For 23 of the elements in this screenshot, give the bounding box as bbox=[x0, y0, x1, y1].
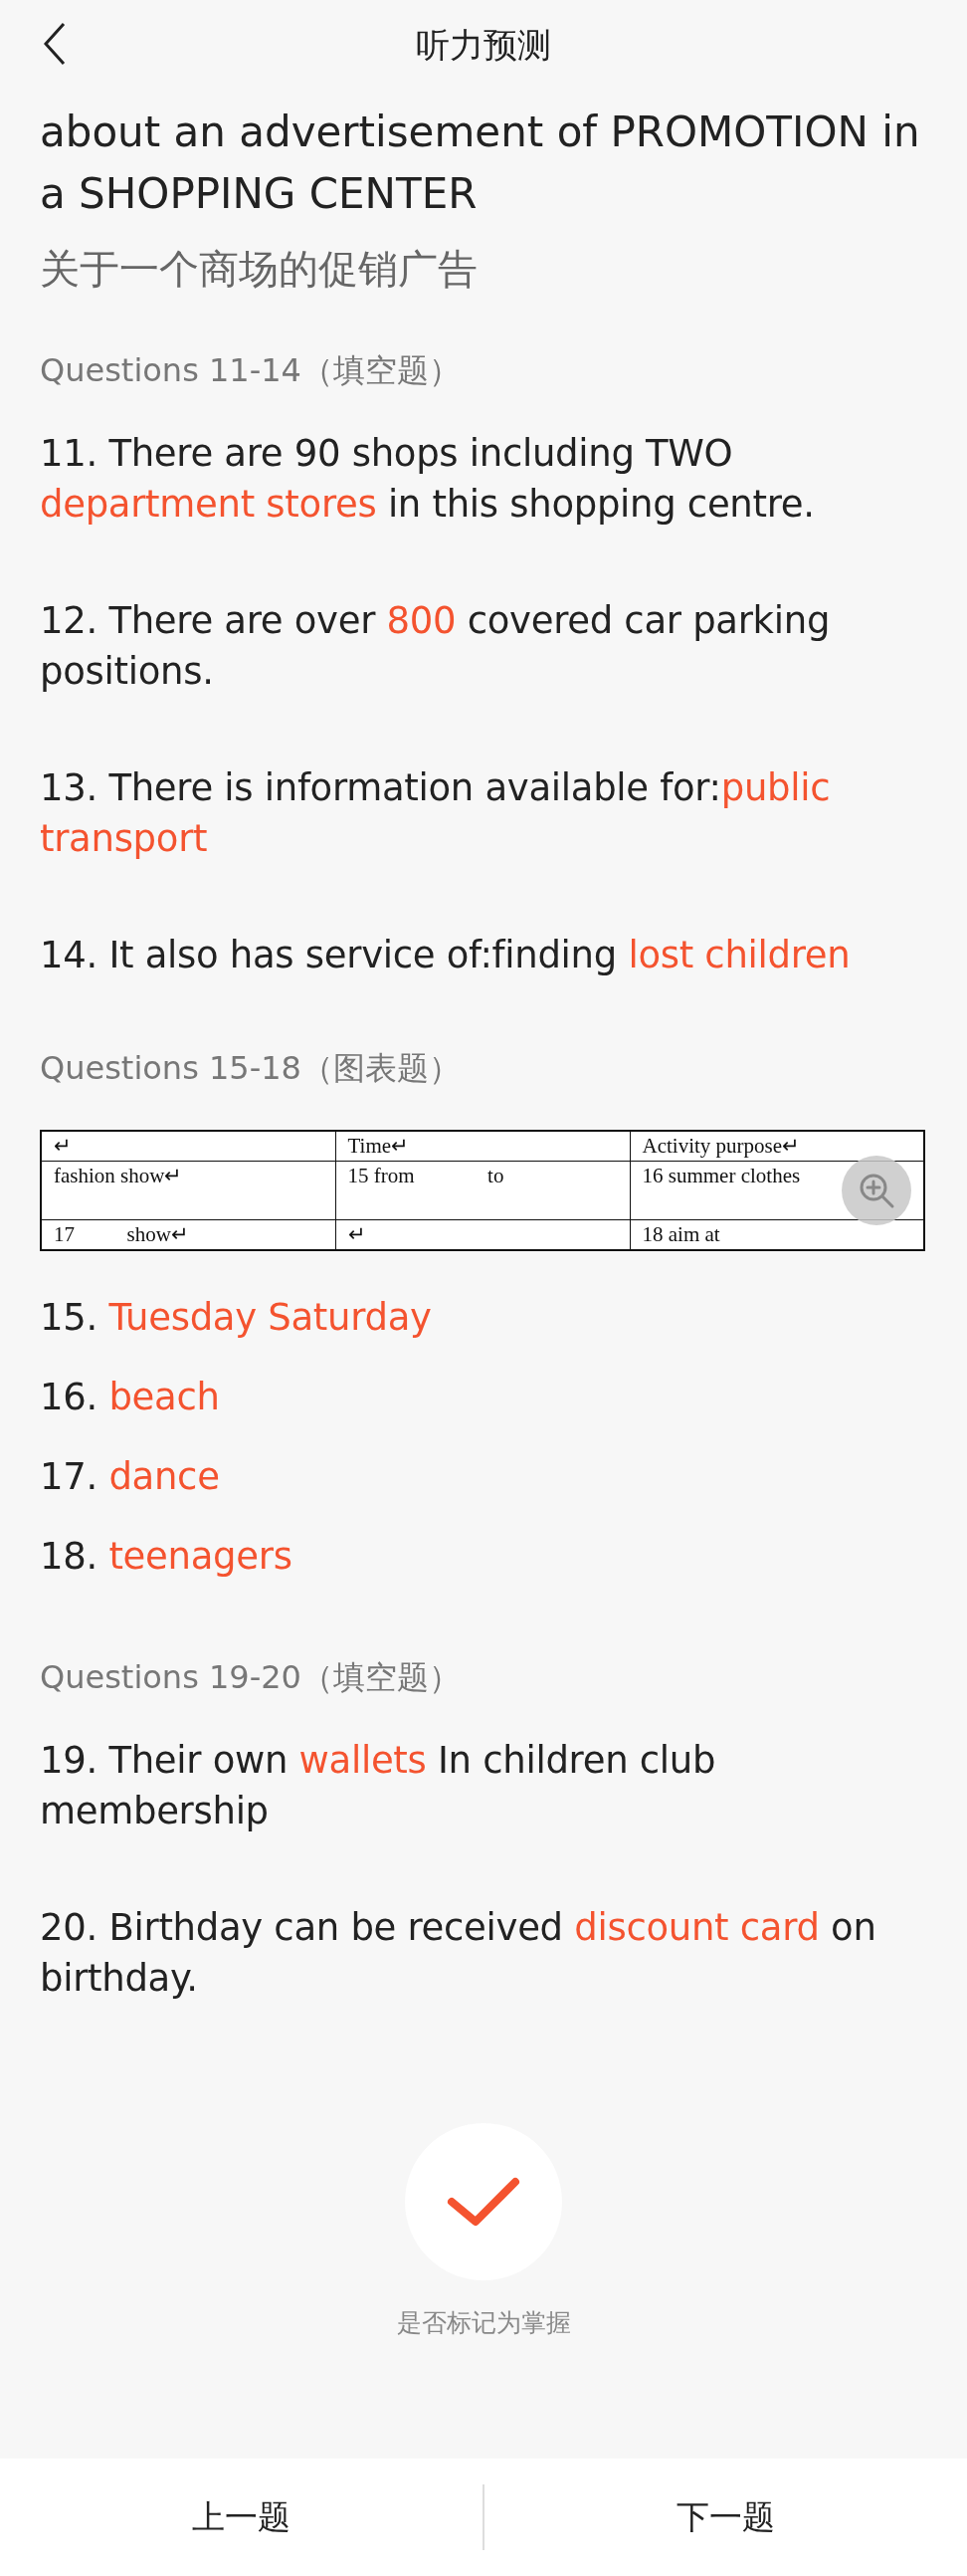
question-text: 11. There are 90 shops including TWO department stores in this shopping centre. bbox=[40, 431, 816, 528]
question-text: 20. Birthday can be received discount card on birthday. bbox=[40, 1905, 877, 2002]
table-cell: 15 from to bbox=[335, 1161, 630, 1220]
question-text: 16. beach bbox=[40, 1375, 221, 1420]
page-title: 听力预测 bbox=[416, 24, 551, 67]
table-cell: Time↵ bbox=[335, 1131, 630, 1162]
topic-subtitle: 关于一个商场的促销广告 bbox=[40, 245, 479, 294]
question-text: 19. Their own wallets In children club membership bbox=[40, 1738, 717, 1834]
question-text: 15. Tuesday Saturday bbox=[40, 1295, 433, 1341]
checkmark-icon bbox=[446, 2176, 521, 2228]
table-cell: ↵ bbox=[41, 1131, 335, 1162]
section-heading: Questions 11-14（填空题） bbox=[40, 350, 462, 391]
topic-heading: about an advertisement of PROMOTION in a SHOPPING CENTER bbox=[40, 107, 921, 220]
section-heading: Questions 15-18（图表题） bbox=[40, 1048, 462, 1089]
question-text: 13. There is information available for:public transport bbox=[40, 765, 832, 862]
table-cell: fashion show↵ bbox=[41, 1161, 335, 1220]
mastered-label: 是否标记为掌握 bbox=[396, 2307, 571, 2339]
back-icon[interactable] bbox=[42, 22, 68, 66]
question-text: 17. dance bbox=[40, 1454, 221, 1500]
question-text: 14. It also has service of:finding lost children bbox=[40, 933, 852, 978]
question-text: 12. There are over 800 covered car parking positions. bbox=[40, 598, 832, 695]
question-text: 18. teenagers bbox=[40, 1534, 293, 1580]
section-heading: Questions 19-20（填空题） bbox=[40, 1657, 462, 1698]
